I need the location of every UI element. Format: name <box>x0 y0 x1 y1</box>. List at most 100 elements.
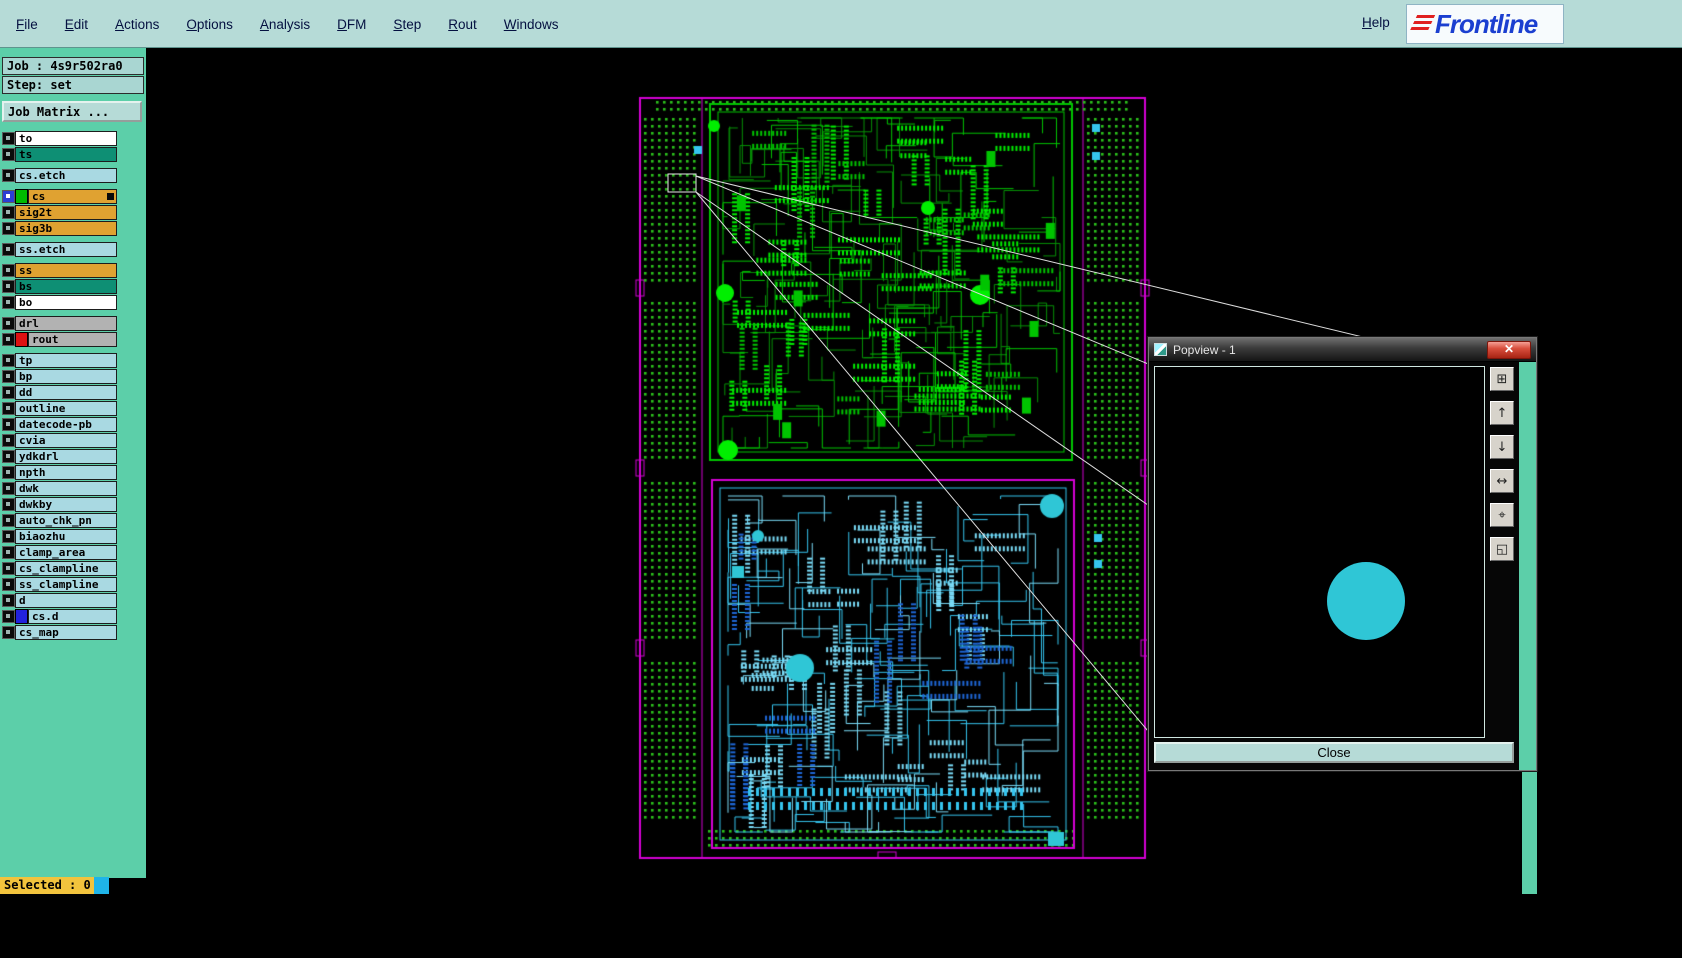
fit-view-button[interactable]: ◱ <box>1490 537 1514 561</box>
frontline-logo-icon <box>1408 15 1436 33</box>
layer-checkbox-clamp_area[interactable] <box>2 546 15 559</box>
popview-titlebar[interactable]: Popview - 1 ✕ <box>1149 338 1536 362</box>
layer-checkbox-ss[interactable] <box>2 264 15 277</box>
layer-row-cs.d[interactable]: cs.d <box>2 609 117 624</box>
next-view-button[interactable]: ↓ <box>1490 435 1514 459</box>
layer-name: dd <box>15 385 117 400</box>
layer-checkbox-cs_map[interactable] <box>2 626 15 639</box>
layer-row-cs_map[interactable]: cs_map <box>2 625 117 640</box>
menu-item-rout[interactable]: Rout <box>448 17 477 32</box>
layer-row-ss.etch[interactable]: ss.etch <box>2 242 117 257</box>
layer-checkbox-tp[interactable] <box>2 354 15 367</box>
layer-row-drl[interactable]: drl <box>2 316 117 331</box>
layer-checkbox-bo[interactable] <box>2 296 15 309</box>
layer-name: cs.etch <box>15 168 117 183</box>
layer-checkbox-datecode-pb[interactable] <box>2 418 15 431</box>
layer-checkbox-npth[interactable] <box>2 466 15 479</box>
layer-checkbox-cs.etch[interactable] <box>2 169 15 182</box>
layer-checkbox-dd[interactable] <box>2 386 15 399</box>
layer-checkbox-dwkby[interactable] <box>2 498 15 511</box>
layer-row-biaozhu[interactable]: biaozhu <box>2 529 117 544</box>
pad-preview-circle <box>1327 562 1405 640</box>
layer-checkbox-ydkdrl[interactable] <box>2 450 15 463</box>
job-matrix-button[interactable]: Job Matrix ... <box>2 101 142 122</box>
menu-item-edit[interactable]: Edit <box>65 17 88 32</box>
layer-name: biaozhu <box>15 529 117 544</box>
layer-row-clamp_area[interactable]: clamp_area <box>2 545 117 560</box>
layer-checkbox-biaozhu[interactable] <box>2 530 15 543</box>
layer-row-datecode-pb[interactable]: datecode-pb <box>2 417 117 432</box>
layer-row-cs.etch[interactable]: cs.etch <box>2 168 117 183</box>
layer-row-dd[interactable]: dd <box>2 385 117 400</box>
popview-title: Popview - 1 <box>1173 342 1236 357</box>
layer-row-cs[interactable]: cs <box>2 189 117 204</box>
layer-row-outline[interactable]: outline <box>2 401 117 416</box>
layer-checkbox-outline[interactable] <box>2 402 15 415</box>
layer-row-cvia[interactable]: cvia <box>2 433 117 448</box>
pcb-viewport[interactable] <box>628 88 1158 870</box>
layer-row-dwk[interactable]: dwk <box>2 481 117 496</box>
menu-item-file[interactable]: File <box>16 17 38 32</box>
layer-checkbox-cvia[interactable] <box>2 434 15 447</box>
menu-item-options[interactable]: Options <box>186 17 233 32</box>
center-view-button[interactable]: ⌖ <box>1490 503 1514 527</box>
menu-item-help[interactable]: Help <box>1362 15 1390 30</box>
menu-item-windows[interactable]: Windows <box>504 17 559 32</box>
layer-checkbox-rout[interactable] <box>2 333 15 346</box>
layer-checkbox-cs[interactable] <box>2 190 15 203</box>
layer-row-to[interactable]: to <box>2 131 117 146</box>
menu-item-analysis[interactable]: Analysis <box>260 17 310 32</box>
layer-row-ss_clampline[interactable]: ss_clampline <box>2 577 117 592</box>
layer-checkbox-ss_clampline[interactable] <box>2 578 15 591</box>
job-label: Job : 4s9r502ra0 <box>2 57 144 75</box>
menu-item-step[interactable]: Step <box>393 17 421 32</box>
menu-item-actions[interactable]: Actions <box>115 17 159 32</box>
layer-checkbox-bs[interactable] <box>2 280 15 293</box>
layer-checkbox-auto_chk_pn[interactable] <box>2 514 15 527</box>
layer-row-npth[interactable]: npth <box>2 465 117 480</box>
sidebar: Job : 4s9r502ra0 Step: set Job Matrix ..… <box>0 48 146 878</box>
active-layer-marker-icon <box>107 193 114 200</box>
layer-name: npth <box>15 465 117 480</box>
layer-checkbox-sig2t[interactable] <box>2 206 15 219</box>
layer-checkbox-cs.d[interactable] <box>2 610 15 623</box>
capture-view-button[interactable]: ⊞ <box>1490 367 1514 391</box>
layer-row-bp[interactable]: bp <box>2 369 117 384</box>
layer-row-ts[interactable]: ts <box>2 147 117 162</box>
layer-checkbox-ts[interactable] <box>2 148 15 161</box>
layer-checkbox-d[interactable] <box>2 594 15 607</box>
popview-canvas[interactable] <box>1154 366 1485 738</box>
layer-row-bs[interactable]: bs <box>2 279 117 294</box>
layer-name: bs <box>15 279 117 294</box>
layer-checkbox-drl[interactable] <box>2 317 15 330</box>
popview-close-icon[interactable]: ✕ <box>1487 340 1531 359</box>
layer-name: cvia <box>15 433 117 448</box>
layer-name: ydkdrl <box>15 449 117 464</box>
swap-view-button[interactable]: ↔ <box>1490 469 1514 493</box>
layer-row-tp[interactable]: tp <box>2 353 117 368</box>
layer-checkbox-bp[interactable] <box>2 370 15 383</box>
layer-row-bo[interactable]: bo <box>2 295 117 310</box>
layer-row-sig3b[interactable]: sig3b <box>2 221 117 236</box>
layer-row-sig2t[interactable]: sig2t <box>2 205 117 220</box>
layer-row-cs_clampline[interactable]: cs_clampline <box>2 561 117 576</box>
layer-name: tp <box>15 353 117 368</box>
layer-checkbox-sig3b[interactable] <box>2 222 15 235</box>
layer-row-ydkdrl[interactable]: ydkdrl <box>2 449 117 464</box>
layer-row-auto_chk_pn[interactable]: auto_chk_pn <box>2 513 117 528</box>
previous-view-button[interactable]: ↑ <box>1490 401 1514 425</box>
step-label: Step: set <box>2 76 144 94</box>
popview-close-button[interactable]: Close <box>1154 742 1514 763</box>
popview-body: ⊞ ↑ ↓ ↔ ⌖ ◱ Close <box>1149 362 1536 770</box>
layer-row-d[interactable]: d <box>2 593 117 608</box>
layer-row-dwkby[interactable]: dwkby <box>2 497 117 512</box>
layer-name: clamp_area <box>15 545 117 560</box>
layer-checkbox-cs_clampline[interactable] <box>2 562 15 575</box>
layer-name: ss.etch <box>15 242 117 257</box>
layer-checkbox-ss.etch[interactable] <box>2 243 15 256</box>
menu-item-dfm[interactable]: DFM <box>337 17 366 32</box>
layer-row-ss[interactable]: ss <box>2 263 117 278</box>
layer-checkbox-to[interactable] <box>2 132 15 145</box>
layer-checkbox-dwk[interactable] <box>2 482 15 495</box>
layer-row-rout[interactable]: rout <box>2 332 117 347</box>
